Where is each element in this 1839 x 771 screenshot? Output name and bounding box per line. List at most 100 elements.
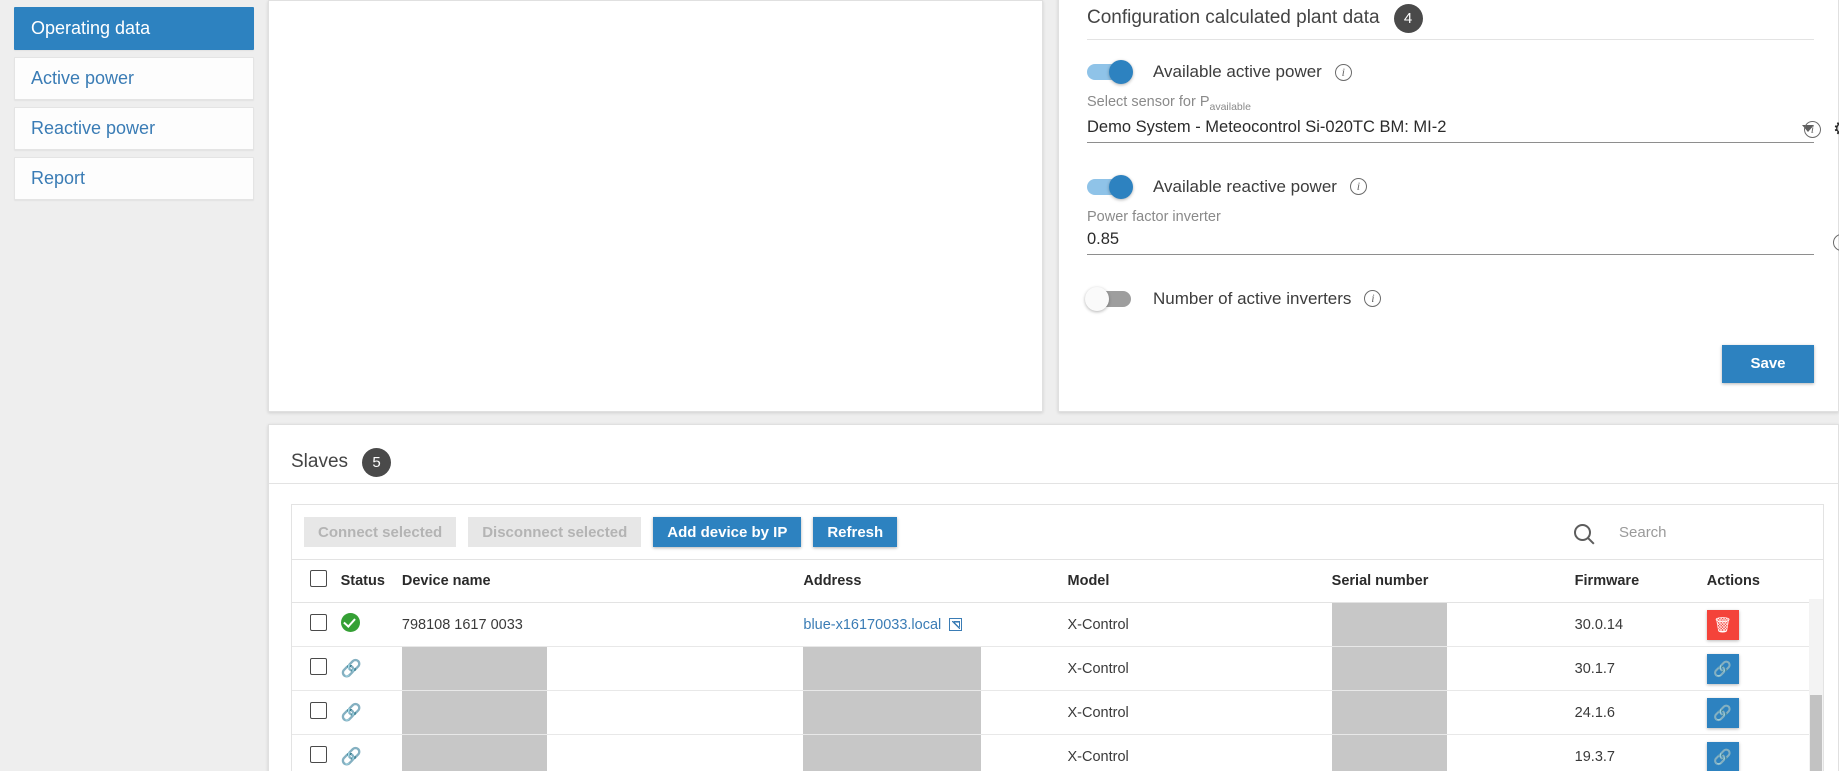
status-disconnected-icon: 🔗 [340, 746, 362, 766]
disconnect-selected-button[interactable]: Disconnect selected [468, 517, 642, 547]
add-device-by-ip-button[interactable]: Add device by IP [653, 517, 802, 547]
power-factor-control[interactable]: 0.85 [1087, 230, 1814, 255]
redacted-device-name [401, 691, 547, 734]
table-row[interactable]: 🔗 X-Control 19.3.7 🔗 [292, 734, 1823, 771]
active-inverters-label: Number of active inverters [1153, 288, 1352, 308]
table-scrollbar-thumb[interactable] [1810, 695, 1822, 771]
sensor-select-label-sub: available [1209, 100, 1251, 113]
row-checkbox[interactable] [310, 658, 327, 675]
sensor-select-value: Demo System - Meteocontrol Si-020TC BM: … [1087, 117, 1447, 136]
redacted-serial-number [1331, 603, 1447, 646]
status-cell: 🔗 [340, 646, 402, 691]
model-cell: X-Control [1067, 602, 1332, 647]
info-icon[interactable]: i [1803, 120, 1821, 138]
power-factor-value: 0.85 [1087, 229, 1120, 248]
slaves-table-body: 798108 1617 0033 blue-x16170033.local X-Co… [292, 602, 1823, 771]
model-cell: X-Control [1067, 646, 1332, 691]
available-reactive-power-row: Available reactive power i [1087, 174, 1814, 199]
actions-cell: 🔗 [1706, 734, 1823, 771]
toggle-knob [1109, 60, 1133, 84]
firmware-cell: 19.3.7 [1574, 734, 1707, 771]
redacted-device-name [401, 735, 547, 771]
slaves-title: Slaves [291, 451, 349, 472]
row-checkbox[interactable] [310, 614, 327, 631]
sensor-select-field: Select sensor for Pavailable Demo System… [1087, 94, 1839, 143]
slaves-table: Status Device name Address Model Serial … [292, 559, 1823, 771]
sidebar-item-active-power[interactable]: Active power [14, 57, 254, 100]
address-cell [803, 734, 1068, 771]
search-box [1574, 522, 1811, 542]
info-icon[interactable]: i [1833, 233, 1839, 251]
connect-device-button[interactable]: 🔗 [1706, 697, 1739, 728]
address-link[interactable]: blue-x16170033.local [803, 617, 941, 633]
external-link-icon[interactable] [949, 617, 963, 631]
table-row[interactable]: 798108 1617 0033 blue-x16170033.local X-Co… [292, 602, 1823, 647]
actions-cell: 🗑 [1706, 602, 1823, 647]
link-icon: 🔗 [1713, 660, 1733, 678]
table-header-row: Status Device name Address Model Serial … [292, 559, 1823, 603]
save-button[interactable]: Save [1722, 344, 1814, 383]
step-badge: 4 [1393, 3, 1423, 33]
available-active-power-toggle[interactable] [1087, 60, 1133, 84]
select-all-header [292, 559, 341, 603]
sidebar-item-operating-data[interactable]: Operating data [14, 7, 254, 50]
actions-cell: 🔗 [1706, 646, 1823, 691]
row-select-cell [292, 646, 341, 691]
row-checkbox[interactable] [310, 702, 327, 719]
configuration-body: Available active power i Select sensor f… [1059, 40, 1839, 311]
info-icon[interactable]: i [1364, 290, 1382, 308]
status-connected-icon [340, 613, 360, 632]
device-name-cell: 798108 1617 0033 [401, 602, 804, 647]
slaves-header: Slaves 5 [269, 425, 1838, 483]
select-all-checkbox[interactable] [310, 570, 327, 587]
address-cell [803, 690, 1068, 735]
table-row[interactable]: 🔗 X-Control 24.1.6 🔗 [292, 690, 1823, 735]
power-factor-label: Power factor inverter [1087, 208, 1221, 225]
toggle-knob [1085, 286, 1109, 311]
refresh-button[interactable]: Refresh [813, 517, 898, 547]
trash-icon: 🗑 [1713, 616, 1733, 634]
sidebar-item-reactive-power[interactable]: Reactive power [14, 107, 254, 150]
redacted-serial-number [1331, 735, 1447, 771]
redacted-address [803, 735, 982, 771]
delete-device-button[interactable]: 🗑 [1706, 609, 1739, 640]
redacted-address [803, 691, 982, 734]
serial-number-cell [1331, 646, 1575, 691]
status-cell [340, 602, 402, 647]
table-scrollbar-track[interactable] [1809, 599, 1823, 771]
address-cell [803, 646, 1068, 691]
column-model: Model [1067, 559, 1332, 603]
firmware-cell: 30.0.14 [1574, 602, 1707, 647]
actions-cell: 🔗 [1706, 690, 1823, 735]
search-icon[interactable] [1574, 523, 1591, 541]
active-inverters-toggle[interactable] [1085, 286, 1131, 311]
info-icon[interactable]: i [1349, 178, 1367, 196]
available-active-power-row: Available active power i [1087, 60, 1814, 84]
sidebar-item-label: Operating data [31, 18, 151, 38]
sidebar-item-label: Active power [31, 68, 135, 88]
empty-content-panel [268, 0, 1043, 412]
column-address: Address [803, 559, 1068, 603]
serial-number-cell [1331, 734, 1575, 771]
sidebar-item-report[interactable]: Report [14, 157, 254, 200]
row-select-cell [292, 690, 341, 735]
row-select-cell [292, 734, 341, 771]
power-factor-field: Power factor inverter 0.85 i [1087, 208, 1839, 255]
available-active-power-label: Available active power [1153, 62, 1322, 81]
column-actions: Actions [1706, 559, 1823, 603]
connect-selected-button[interactable]: Connect selected [304, 517, 457, 547]
slaves-toolbar: Connect selected Disconnect selected Add… [292, 505, 1823, 559]
row-checkbox[interactable] [310, 746, 327, 763]
gear-icon[interactable]: ⚙ [1833, 120, 1839, 139]
table-row[interactable]: 🔗 X-Control 30.1.7 🔗 [292, 646, 1823, 691]
available-reactive-power-toggle[interactable] [1087, 174, 1133, 199]
search-input[interactable] [1617, 522, 1797, 542]
step-badge: 5 [362, 447, 392, 477]
column-serial-number: Serial number [1331, 559, 1575, 603]
available-reactive-power-label: Available reactive power [1153, 176, 1337, 196]
connect-device-button[interactable]: 🔗 [1706, 653, 1739, 684]
info-icon[interactable]: i [1334, 63, 1352, 81]
app-root: Operating data Active power Reactive pow… [0, 0, 1839, 771]
sensor-select-control[interactable]: Demo System - Meteocontrol Si-020TC BM: … [1087, 118, 1814, 143]
connect-device-button[interactable]: 🔗 [1706, 741, 1739, 771]
